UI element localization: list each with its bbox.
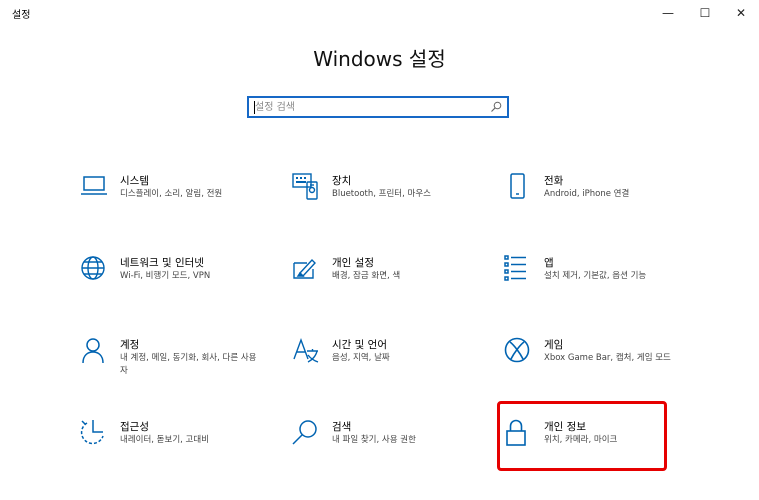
tile-time-language[interactable]: 시간 및 언어 음성, 지역, 날짜 [292, 337, 487, 393]
tile-title: 계정 [120, 339, 140, 351]
apps-list-icon [504, 255, 532, 283]
search-icon [292, 419, 320, 447]
tile-description: 음성, 지역, 날짜 [332, 353, 390, 363]
phone-icon [504, 173, 532, 201]
tile-description: 내레이터, 돋보기, 고대비 [120, 435, 210, 445]
tile-title: 검색 [332, 421, 352, 433]
tile-title: 게임 [544, 339, 564, 351]
tile-personalization[interactable]: 개인 설정 배경, 잠금 화면, 색 [292, 255, 487, 311]
tile-description: 위치, 카메라, 마이크 [544, 435, 618, 445]
title-bar: 설정 — ☐ ✕ [0, 0, 759, 26]
paint-icon [292, 255, 320, 283]
tile-title: 앱 [544, 257, 554, 269]
tile-title: 시스템 [120, 175, 149, 187]
search-input[interactable] [255, 98, 485, 116]
lock-icon [504, 419, 532, 447]
tile-network[interactable]: 네트워크 및 인터넷 Wi-Fi, 비행기 모드, VPN [80, 255, 275, 311]
accessibility-icon [80, 419, 108, 447]
tile-title: 개인 정보 [544, 421, 586, 433]
tile-privacy[interactable]: 개인 정보 위치, 카메라, 마이크 [504, 419, 699, 475]
tile-apps[interactable]: 앱 설치 제거, 기본값, 옵션 기능 [504, 255, 699, 311]
tile-accounts[interactable]: 계정 내 계정, 메일, 동기화, 회사, 다른 사용자 [80, 337, 275, 393]
tile-devices[interactable]: 장치 Bluetooth, 프린터, 마우스 [292, 173, 487, 229]
tile-description: 내 계정, 메일, 동기화, 회사, 다른 사용자 [120, 353, 257, 376]
window-title: 설정 [12, 10, 31, 21]
tile-title: 장치 [332, 175, 352, 187]
person-icon [80, 337, 108, 365]
tile-description: Wi-Fi, 비행기 모드, VPN [120, 271, 211, 281]
tile-description: Xbox Game Bar, 캡처, 게임 모드 [544, 353, 671, 363]
search-icon[interactable] [490, 101, 502, 113]
tile-title: 시간 및 언어 [332, 339, 387, 351]
maximize-button[interactable]: ☐ [688, 0, 722, 26]
minimize-button[interactable]: — [651, 0, 685, 26]
keyboard-icon [292, 173, 320, 201]
tile-description: Android, iPhone 연결 [544, 189, 630, 199]
page-title: Windows 설정 [313, 47, 446, 71]
tile-description: 설치 제거, 기본값, 옵션 기능 [544, 271, 647, 281]
tile-accessibility[interactable]: 접근성 내레이터, 돋보기, 고대비 [80, 419, 275, 475]
tile-search[interactable]: 검색 내 파일 찾기, 사용 권한 [292, 419, 487, 475]
tile-system[interactable]: 시스템 디스플레이, 소리, 알림, 전원 [80, 173, 275, 229]
search-box[interactable] [247, 96, 509, 118]
tile-title: 네트워크 및 인터넷 [120, 257, 204, 269]
tile-gaming[interactable]: 게임 Xbox Game Bar, 캡처, 게임 모드 [504, 337, 699, 393]
tile-description: 내 파일 찾기, 사용 권한 [332, 435, 416, 445]
close-button[interactable]: ✕ [724, 0, 758, 26]
language-icon [292, 337, 320, 365]
laptop-icon [80, 173, 108, 201]
tile-title: 접근성 [120, 421, 149, 433]
tile-title: 전화 [544, 175, 564, 187]
tile-description: 디스플레이, 소리, 알림, 전원 [120, 189, 223, 199]
tile-description: Bluetooth, 프린터, 마우스 [332, 189, 431, 199]
xbox-icon [504, 337, 532, 365]
tile-title: 개인 설정 [332, 257, 374, 269]
tile-description: 배경, 잠금 화면, 색 [332, 271, 401, 281]
globe-icon [80, 255, 108, 283]
tile-phone[interactable]: 전화 Android, iPhone 연결 [504, 173, 699, 229]
